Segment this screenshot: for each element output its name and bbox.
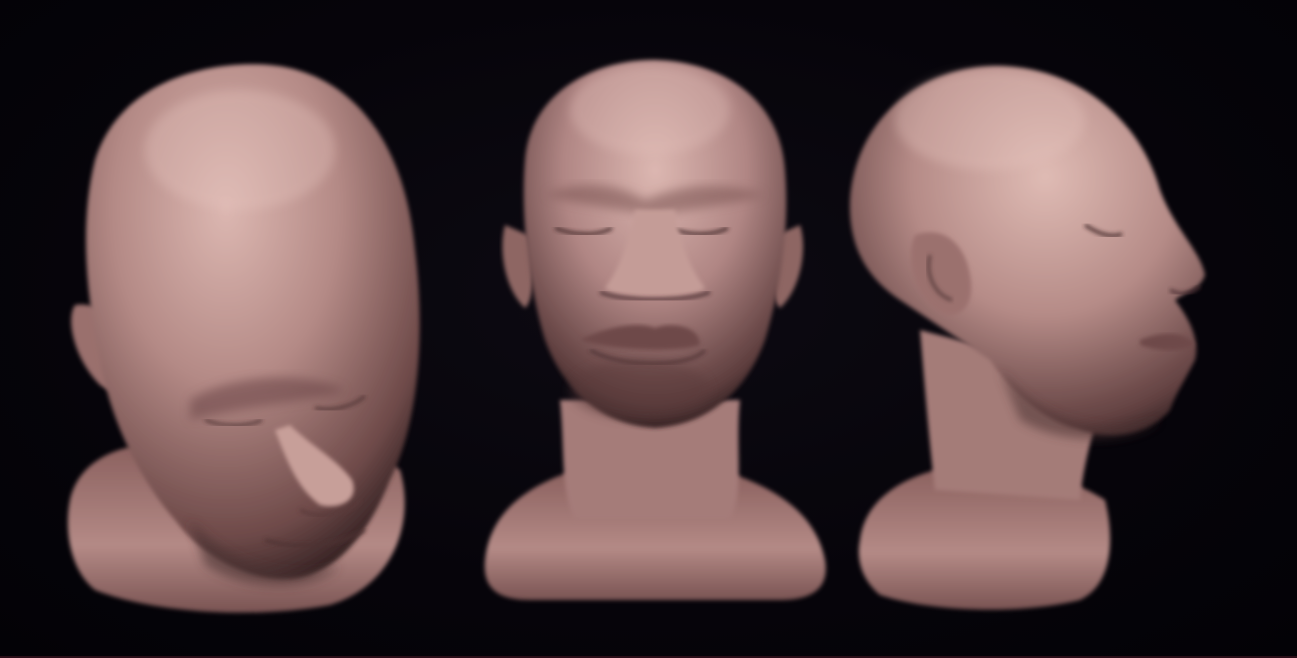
head-top-view <box>67 64 420 613</box>
head-renders <box>67 60 1205 613</box>
head-front-view <box>484 60 826 600</box>
head-side-view <box>849 65 1205 610</box>
render-stage <box>0 0 1297 658</box>
